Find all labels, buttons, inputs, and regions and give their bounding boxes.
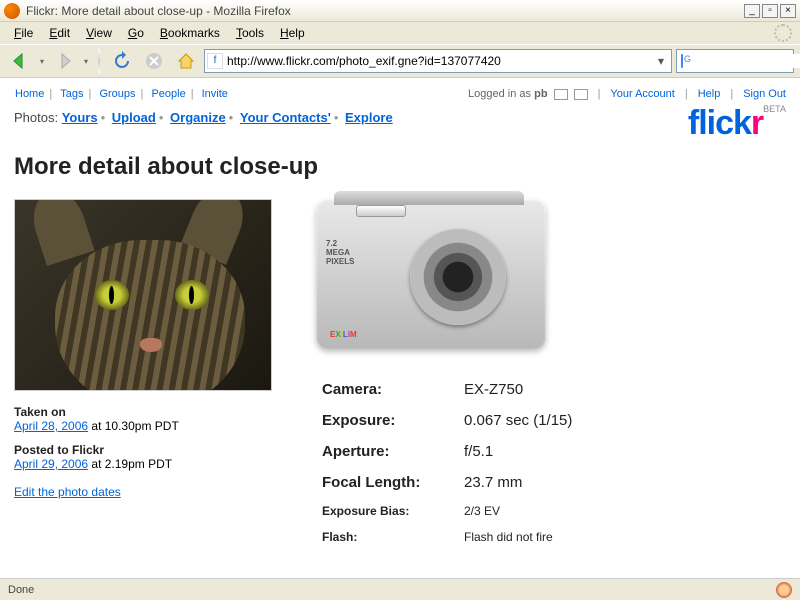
- greasemonkey-icon[interactable]: [776, 582, 792, 598]
- mail-icon[interactable]: [554, 89, 568, 100]
- flickr-logo[interactable]: flickrBETA: [688, 104, 786, 143]
- minimize-button[interactable]: _: [744, 4, 760, 18]
- exif-row: Aperture:f/5.1: [318, 437, 784, 466]
- taken-date-link[interactable]: April 28, 2006: [14, 419, 88, 433]
- exif-value: f/5.1: [460, 437, 784, 466]
- status-bar: Done: [0, 578, 800, 600]
- menu-go[interactable]: Go: [122, 24, 150, 42]
- throbber-icon: [774, 24, 792, 42]
- url-input[interactable]: [227, 54, 653, 68]
- nav-people[interactable]: People: [151, 88, 185, 100]
- window-title: Flickr: More detail about close-up - Moz…: [26, 4, 744, 18]
- stop-button[interactable]: [140, 47, 168, 75]
- home-button[interactable]: [172, 47, 200, 75]
- taken-time: at 10.30pm PDT: [88, 419, 179, 433]
- exif-value: 0.067 sec (1/15): [460, 406, 784, 435]
- site-favicon: f: [207, 53, 223, 69]
- subnav-label: Photos:: [14, 110, 58, 125]
- nav-invite[interactable]: Invite: [202, 88, 228, 100]
- menu-bookmarks[interactable]: Bookmarks: [154, 24, 226, 42]
- subnav-upload[interactable]: Upload: [112, 110, 156, 125]
- edit-dates-link[interactable]: Edit the photo dates: [14, 485, 121, 499]
- firefox-icon: [4, 3, 20, 19]
- exif-value: 23.7 mm: [460, 468, 784, 497]
- nav-sign-out[interactable]: Sign Out: [743, 88, 786, 100]
- google-icon: [681, 54, 683, 68]
- page-content: Home| Tags| Groups| People| Invite Logge…: [0, 78, 800, 578]
- exif-row: Focal Length:23.7 mm: [318, 468, 784, 497]
- exif-row: Exposure:0.067 sec (1/15): [318, 406, 784, 435]
- search-input[interactable]: [687, 54, 800, 68]
- nav-help[interactable]: Help: [698, 88, 721, 100]
- search-bar[interactable]: [676, 49, 794, 73]
- exif-value: EX-Z750: [460, 375, 784, 404]
- taken-on-label: Taken on: [14, 405, 272, 419]
- posted-label: Posted to Flickr: [14, 443, 272, 457]
- exif-key: Exposure Bias:: [318, 499, 458, 523]
- toolbar: ▾ ▾ f ▾: [0, 44, 800, 78]
- page-title: More detail about close-up: [14, 153, 786, 181]
- back-button[interactable]: [6, 47, 34, 75]
- exif-row: Camera:EX-Z750: [318, 375, 784, 404]
- menubar: File Edit View Go Bookmarks Tools Help: [0, 22, 800, 44]
- photo-thumbnail[interactable]: [14, 199, 272, 391]
- camera-image: 7.2MEGAPIXELS EXILIM: [316, 199, 546, 349]
- exif-row: Exposure Bias:2/3 EV: [318, 499, 784, 523]
- close-button[interactable]: ×: [780, 4, 796, 18]
- restore-button[interactable]: ▫: [762, 4, 778, 18]
- subnav-yours[interactable]: Yours: [62, 110, 98, 125]
- menu-tools[interactable]: Tools: [230, 24, 270, 42]
- forward-button[interactable]: [50, 47, 78, 75]
- cart-icon[interactable]: [574, 89, 588, 100]
- nav-home[interactable]: Home: [15, 88, 44, 100]
- subnav-explore[interactable]: Explore: [345, 110, 393, 125]
- exif-key: Camera:: [318, 375, 458, 404]
- url-dropdown[interactable]: ▾: [653, 54, 669, 68]
- exif-value: 2/3 EV: [460, 499, 784, 523]
- back-dropdown[interactable]: ▾: [38, 47, 46, 75]
- status-text: Done: [8, 584, 34, 596]
- nav-your-account[interactable]: Your Account: [610, 88, 674, 100]
- menu-help[interactable]: Help: [274, 24, 311, 42]
- exif-table: Camera:EX-Z750Exposure:0.067 sec (1/15)A…: [316, 373, 786, 551]
- menu-file[interactable]: File: [8, 24, 39, 42]
- subnav-contacts[interactable]: Your Contacts': [240, 110, 331, 125]
- subnav-organize[interactable]: Organize: [170, 110, 226, 125]
- flickr-subnav: Photos: Yours• Upload• Organize• Your Co…: [14, 110, 786, 125]
- posted-time: at 2.19pm PDT: [88, 457, 172, 471]
- window-titlebar: Flickr: More detail about close-up - Moz…: [0, 0, 800, 22]
- posted-date-link[interactable]: April 29, 2006: [14, 457, 88, 471]
- menu-view[interactable]: View: [80, 24, 118, 42]
- reload-button[interactable]: [108, 47, 136, 75]
- exif-value: Flash did not fire: [460, 525, 784, 549]
- exif-key: Focal Length:: [318, 468, 458, 497]
- nav-groups[interactable]: Groups: [99, 88, 135, 100]
- url-bar[interactable]: f ▾: [204, 49, 672, 73]
- menu-edit[interactable]: Edit: [43, 24, 76, 42]
- nav-tags[interactable]: Tags: [60, 88, 83, 100]
- forward-dropdown[interactable]: ▾: [82, 47, 90, 75]
- exif-row: Flash:Flash did not fire: [318, 525, 784, 549]
- logged-in-label: Logged in as pb: [468, 88, 548, 100]
- flickr-topbar: Home| Tags| Groups| People| Invite Logge…: [14, 88, 786, 100]
- exif-key: Aperture:: [318, 437, 458, 466]
- exif-key: Exposure:: [318, 406, 458, 435]
- exif-key: Flash:: [318, 525, 458, 549]
